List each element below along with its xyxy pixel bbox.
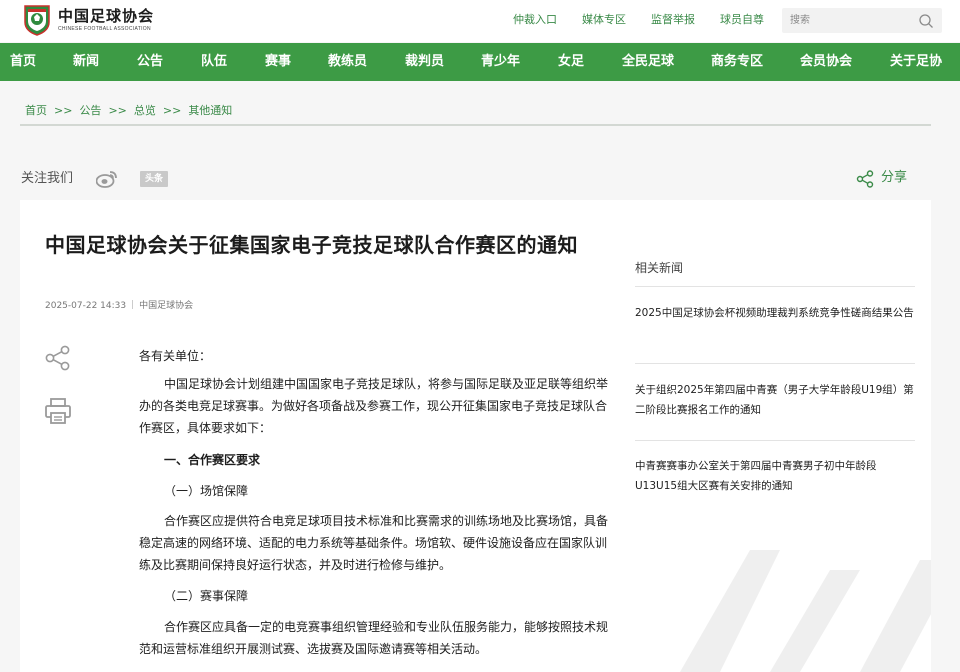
related-news-item[interactable]: 关于组织2025年第四届中青赛（男子大学年龄段U19组）第二阶段比赛报名工作的通… xyxy=(635,380,915,420)
article-subheading: （二）赛事保障 xyxy=(164,589,249,603)
site-name-en: CHINESE FOOTBALL ASSOCIATION xyxy=(58,26,151,32)
breadcrumb-home[interactable]: 首页 xyxy=(25,104,47,117)
search-box xyxy=(782,8,942,33)
toutiao-icon[interactable]: 头条 xyxy=(140,171,168,187)
nav-teams[interactable]: 队伍 xyxy=(201,54,227,70)
breadcrumb: 首页 >> 公告 >> 总览 >> 其他通知 xyxy=(25,104,232,118)
related-news-title: 相关新闻 xyxy=(635,261,684,275)
article-salutation: 各有关单位： xyxy=(139,349,212,363)
article-source: 中国足球协会 xyxy=(139,301,194,311)
weibo-icon[interactable] xyxy=(96,170,118,188)
related-divider xyxy=(635,286,915,287)
nav-women[interactable]: 女足 xyxy=(558,54,584,70)
meta-divider xyxy=(132,300,134,309)
nav-home[interactable]: 首页 xyxy=(10,54,36,70)
nav-coaches[interactable]: 教练员 xyxy=(328,54,367,70)
share-icon xyxy=(856,170,874,188)
breadcrumb-overview[interactable]: 总览 xyxy=(134,104,156,117)
background-watermark xyxy=(680,550,931,672)
top-links: 仲裁入口 媒体专区 监督举报 球员自尊 xyxy=(513,13,789,27)
main-nav: 首页 新闻 公告 队伍 赛事 教练员 裁判员 青少年 女足 全民足球 商务专区 … xyxy=(0,43,960,81)
related-divider xyxy=(635,363,915,364)
breadcrumb-other-notices[interactable]: 其他通知 xyxy=(188,104,232,117)
article-paragraph: 合作赛区应提供符合电竞足球项目技术标准和比赛需求的训练场地及比赛场馆，具备稳定高… xyxy=(139,514,609,572)
nav-members[interactable]: 会员协会 xyxy=(800,54,852,70)
nav-referees[interactable]: 裁判员 xyxy=(405,54,444,70)
nav-business[interactable]: 商务专区 xyxy=(711,54,763,70)
site-name[interactable]: 中国足球协会 CHINESE FOOTBALL ASSOCIATION xyxy=(58,7,154,33)
follow-label: 关注我们 xyxy=(21,171,74,186)
top-link-report[interactable]: 监督举报 xyxy=(651,13,695,27)
top-bar: 中国足球协会 CHINESE FOOTBALL ASSOCIATION 仲裁入口… xyxy=(0,0,960,42)
article-paragraph: 中国足球协会计划组建中国国家电子竞技足球队，将参与国际足联及亚足联等组织举办的各… xyxy=(139,377,609,435)
related-divider xyxy=(635,440,915,441)
side-share-icon[interactable] xyxy=(44,345,72,371)
nav-about[interactable]: 关于足协 xyxy=(890,54,942,70)
search-input[interactable] xyxy=(790,12,910,29)
nav-youth[interactable]: 青少年 xyxy=(481,54,520,70)
article-subheading: （一）场馆保障 xyxy=(164,484,249,498)
article-date: 2025-07-22 14:33 xyxy=(45,301,127,311)
article-paragraph: 合作赛区应具备一定的电竞赛事组织管理经验和专业队伍服务能力，能够按照技术规范和运… xyxy=(139,620,609,656)
search-icon[interactable] xyxy=(918,13,934,29)
nav-news[interactable]: 新闻 xyxy=(73,54,99,70)
related-news-item[interactable]: 2025中国足球协会杯视频助理裁判系统竞争性磋商结果公告 xyxy=(635,303,915,323)
nav-events[interactable]: 赛事 xyxy=(265,54,291,70)
top-link-media[interactable]: 媒体专区 xyxy=(582,13,626,27)
related-news-item[interactable]: 中青赛赛事办公室关于第四届中青赛男子初中年龄段U13U15组大区赛有关安排的通知 xyxy=(635,456,915,496)
article-title: 中国足球协会关于征集国家电子竞技足球队合作赛区的通知 xyxy=(45,233,578,257)
print-icon[interactable] xyxy=(44,397,72,425)
article-meta: 2025-07-22 14:33 中国足球协会 xyxy=(45,300,193,312)
breadcrumb-separator: >> xyxy=(54,104,73,117)
breadcrumb-announcements[interactable]: 公告 xyxy=(79,104,101,117)
cfa-logo[interactable] xyxy=(22,4,52,36)
article-heading: 一、合作赛区要求 xyxy=(164,453,261,467)
site-name-cn: 中国足球协会 xyxy=(58,7,155,25)
breadcrumb-separator: >> xyxy=(108,104,127,117)
breadcrumb-separator: >> xyxy=(162,104,182,117)
nav-grassroots[interactable]: 全民足球 xyxy=(622,54,674,70)
share-label: 分享 xyxy=(881,170,908,185)
nav-announcements[interactable]: 公告 xyxy=(137,54,163,70)
top-link-arbitration[interactable]: 仲裁入口 xyxy=(513,13,557,27)
top-link-player[interactable]: 球员自尊 xyxy=(720,13,764,27)
breadcrumb-divider xyxy=(20,124,931,126)
